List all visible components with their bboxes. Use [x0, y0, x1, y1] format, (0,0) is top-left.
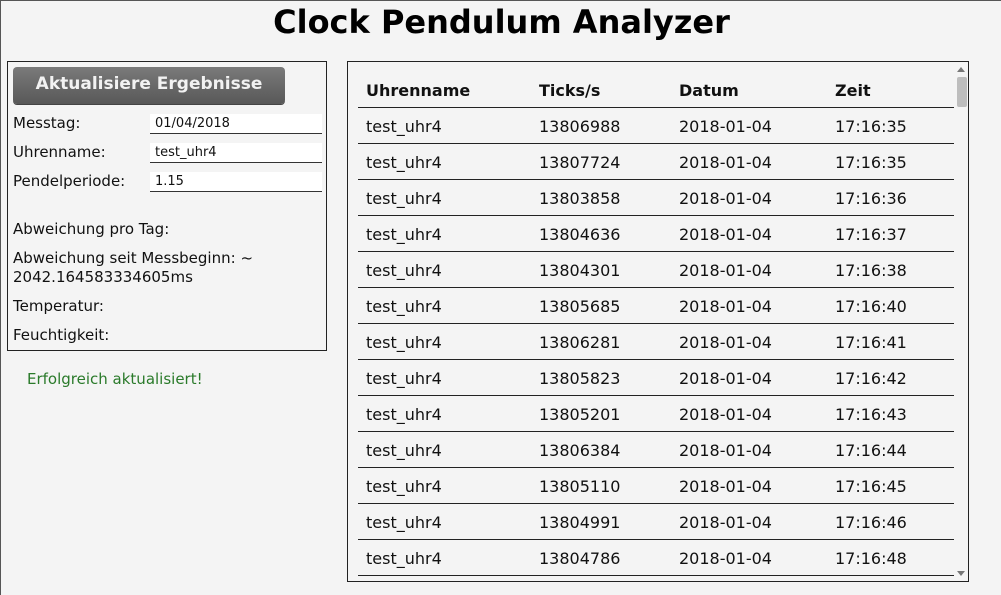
cell-ticks: 13805685 [539, 297, 621, 316]
cell-datum: 2018-01-04 [679, 297, 772, 316]
messtag-label: Messtag: [13, 114, 81, 132]
table-row[interactable]: test_uhr4 13803858 2018-01-04 17:16:36 [358, 180, 954, 216]
cell-datum: 2018-01-04 [679, 441, 772, 460]
cell-uhrenname: test_uhr4 [366, 153, 442, 172]
cell-ticks: 13804636 [539, 225, 621, 244]
status-message: Erfolgreich aktualisiert! [27, 370, 203, 388]
scroll-up-arrow-icon[interactable] [957, 67, 965, 72]
table-row[interactable]: test_uhr4 13806988 2018-01-04 17:16:35 [358, 108, 954, 144]
table-row[interactable]: test_uhr4 13807724 2018-01-04 17:16:35 [358, 144, 954, 180]
table-row[interactable]: test_uhr4 13804301 2018-01-04 17:16:38 [358, 252, 954, 288]
cell-zeit: 17:16:38 [835, 261, 907, 280]
cell-zeit: 17:16:43 [835, 405, 907, 424]
table-row[interactable]: test_uhr4 13804786 2018-01-04 17:16:48 [358, 540, 954, 576]
temperature: Temperatur: [13, 297, 104, 315]
cell-datum: 2018-01-04 [679, 477, 772, 496]
cell-uhrenname: test_uhr4 [366, 297, 442, 316]
cell-uhrenname: test_uhr4 [366, 549, 442, 568]
cell-datum: 2018-01-04 [679, 405, 772, 424]
cell-datum: 2018-01-04 [679, 261, 772, 280]
page-title: Clock Pendulum Analyzer [273, 3, 730, 41]
table-row[interactable]: test_uhr4 13805685 2018-01-04 17:16:40 [358, 288, 954, 324]
cell-ticks: 13805201 [539, 405, 621, 424]
cell-zeit: 17:16:36 [835, 189, 907, 208]
cell-zeit: 17:16:35 [835, 117, 907, 136]
pendelperiode-label: Pendelperiode: [13, 172, 126, 190]
cell-uhrenname: test_uhr4 [366, 441, 442, 460]
update-results-button[interactable]: Aktualisiere Ergebnisse [13, 67, 285, 104]
uhrenname-input[interactable] [150, 143, 322, 163]
cell-uhrenname: test_uhr4 [366, 261, 442, 280]
scroll-thumb[interactable] [957, 77, 967, 107]
cell-zeit: 17:16:37 [835, 225, 907, 244]
cell-zeit: 17:16:35 [835, 153, 907, 172]
cell-zeit: 17:16:42 [835, 369, 907, 388]
column-header-uhrenname[interactable]: Uhrenname [366, 81, 470, 100]
column-header-ticks[interactable]: Ticks/s [539, 81, 600, 100]
cell-uhrenname: test_uhr4 [366, 333, 442, 352]
table-header-row: Uhrenname Ticks/s Datum Zeit [358, 72, 954, 108]
results-table-panel: Uhrenname Ticks/s Datum Zeit test_uhr4 1… [347, 61, 969, 582]
column-header-zeit[interactable]: Zeit [835, 81, 871, 100]
cell-zeit: 17:16:41 [835, 333, 907, 352]
uhrenname-row: Uhrenname: [13, 143, 323, 165]
cell-datum: 2018-01-04 [679, 225, 772, 244]
cell-zeit: 17:16:48 [835, 549, 907, 568]
cell-datum: 2018-01-04 [679, 333, 772, 352]
humidity: Feuchtigkeit: [13, 326, 110, 344]
pendelperiode-row: Pendelperiode: [13, 172, 323, 194]
deviation-per-day: Abweichung pro Tag: [13, 220, 170, 238]
pendelperiode-input[interactable] [150, 172, 322, 192]
cell-ticks: 13806384 [539, 441, 621, 460]
analysis-panel: Aktualisiere Ergebnisse Messtag: Uhrenna… [7, 61, 327, 351]
cell-datum: 2018-01-04 [679, 513, 772, 532]
cell-zeit: 17:16:45 [835, 477, 907, 496]
cell-uhrenname: test_uhr4 [366, 369, 442, 388]
cell-uhrenname: test_uhr4 [366, 189, 442, 208]
table-row[interactable]: test_uhr4 13805110 2018-01-04 17:16:45 [358, 468, 954, 504]
cell-ticks: 13805823 [539, 369, 621, 388]
cell-datum: 2018-01-04 [679, 189, 772, 208]
cell-ticks: 13804991 [539, 513, 621, 532]
cell-ticks: 13806281 [539, 333, 621, 352]
cell-datum: 2018-01-04 [679, 549, 772, 568]
table-row[interactable]: test_uhr4 13805823 2018-01-04 17:16:42 [358, 360, 954, 396]
table-row[interactable]: test_uhr4 13806384 2018-01-04 17:16:44 [358, 432, 954, 468]
cell-zeit: 17:16:46 [835, 513, 907, 532]
uhrenname-label: Uhrenname: [13, 143, 106, 161]
cell-uhrenname: test_uhr4 [366, 117, 442, 136]
messtag-input[interactable] [150, 114, 322, 134]
cell-uhrenname: test_uhr4 [366, 477, 442, 496]
cell-zeit: 17:16:44 [835, 441, 907, 460]
results-table: Uhrenname Ticks/s Datum Zeit test_uhr4 1… [358, 72, 954, 576]
table-row[interactable]: test_uhr4 13806281 2018-01-04 17:16:41 [358, 324, 954, 360]
cell-uhrenname: test_uhr4 [366, 513, 442, 532]
scroll-down-arrow-icon[interactable] [957, 571, 965, 576]
cell-ticks: 13803858 [539, 189, 621, 208]
cell-ticks: 13807724 [539, 153, 621, 172]
table-row[interactable]: test_uhr4 13805201 2018-01-04 17:16:43 [358, 396, 954, 432]
table-row[interactable]: test_uhr4 13804636 2018-01-04 17:16:37 [358, 216, 954, 252]
deviation-since-start: Abweichung seit Messbeginn: ~ 2042.16458… [13, 249, 254, 286]
cell-ticks: 13804301 [539, 261, 621, 280]
messtag-row: Messtag: [13, 114, 323, 136]
table-row[interactable]: test_uhr4 13804991 2018-01-04 17:16:46 [358, 504, 954, 540]
cell-datum: 2018-01-04 [679, 153, 772, 172]
cell-datum: 2018-01-04 [679, 117, 772, 136]
cell-uhrenname: test_uhr4 [366, 225, 442, 244]
cell-ticks: 13805110 [539, 477, 621, 496]
cell-ticks: 13806988 [539, 117, 621, 136]
cell-zeit: 17:16:40 [835, 297, 907, 316]
cell-uhrenname: test_uhr4 [366, 405, 442, 424]
column-header-datum[interactable]: Datum [679, 81, 739, 100]
cell-datum: 2018-01-04 [679, 369, 772, 388]
cell-ticks: 13804786 [539, 549, 621, 568]
table-scrollbar[interactable] [954, 62, 968, 581]
